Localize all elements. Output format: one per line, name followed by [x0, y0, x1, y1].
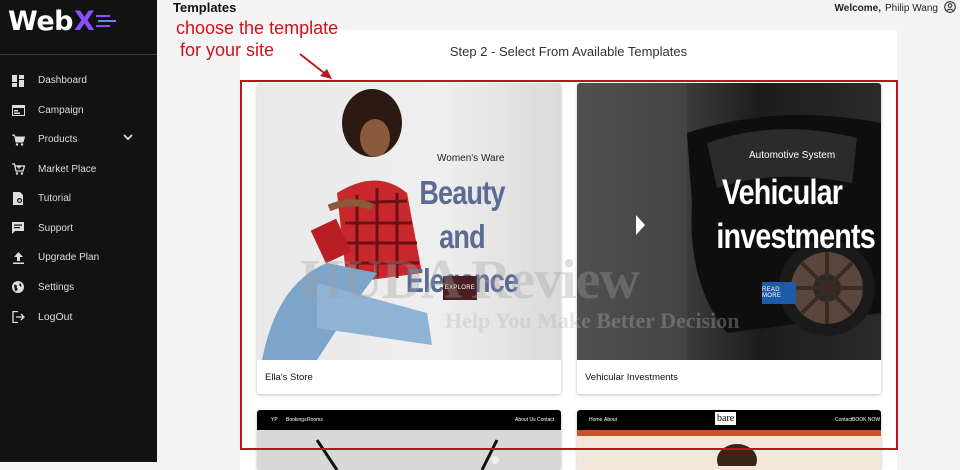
sidebar-item-label: Tutorial — [38, 193, 71, 205]
sidebar-item-label: Campaign — [38, 104, 84, 116]
cart-icon — [11, 133, 25, 147]
sidebar-item-label: Products — [38, 134, 78, 146]
sidebar-item-label: Upgrade Plan — [38, 252, 100, 264]
highlight-box — [240, 80, 898, 450]
sidebar-item-campaign[interactable]: Campaign — [0, 96, 157, 126]
sidebar-item-label: Market Place — [38, 163, 97, 175]
step-title: Step 2 - Select From Available Templates — [449, 44, 688, 59]
sidebar-item-upgrade-plan[interactable]: Upgrade Plan — [0, 243, 157, 273]
tutorial-icon — [11, 192, 25, 206]
sidebar-item-label: Support — [38, 222, 74, 234]
market-cart-icon — [11, 162, 25, 176]
user-name: Philip Wang — [885, 3, 938, 14]
sidebar-item-logout[interactable]: LogOut — [0, 302, 157, 332]
logo-swoosh-icon — [96, 15, 117, 27]
welcome-label: Welcome, — [834, 3, 882, 14]
globe-icon — [11, 280, 25, 294]
sidebar-nav: Dashboard Campaign Products Market Place — [0, 66, 157, 332]
logo-text-web: Web — [8, 5, 73, 37]
annotation-line1: choose the template — [176, 18, 339, 38]
user-account-icon[interactable] — [944, 1, 956, 16]
logo-text-x: X — [73, 5, 95, 37]
chevron-down-icon[interactable] — [123, 134, 133, 141]
sidebar: Web X Dashboard Campaign Products Market… — [0, 0, 157, 462]
sidebar-item-dashboard[interactable]: Dashboard — [0, 66, 157, 96]
sidebar-item-label: Settings — [38, 281, 75, 293]
webx-logo[interactable]: Web X — [8, 4, 118, 38]
sidebar-item-support[interactable]: Support — [0, 214, 157, 244]
sidebar-item-label: Dashboard — [38, 75, 87, 87]
sidebar-item-products[interactable]: Products — [0, 125, 157, 155]
sidebar-item-market-place[interactable]: Market Place — [0, 155, 157, 185]
sidebar-item-settings[interactable]: Settings — [0, 273, 157, 303]
sidebar-divider — [0, 54, 157, 55]
dashboard-icon — [11, 74, 25, 88]
upload-icon — [11, 251, 25, 265]
user-greeting: Welcome, Philip Wang — [835, 1, 957, 16]
campaign-icon — [11, 103, 25, 117]
sidebar-item-tutorial[interactable]: Tutorial — [0, 184, 157, 214]
sidebar-item-label: LogOut — [38, 310, 73, 323]
page-title: Templates — [173, 0, 237, 15]
chat-icon — [11, 221, 25, 235]
logout-icon — [11, 310, 25, 324]
annotation-arrow-icon — [299, 53, 332, 79]
